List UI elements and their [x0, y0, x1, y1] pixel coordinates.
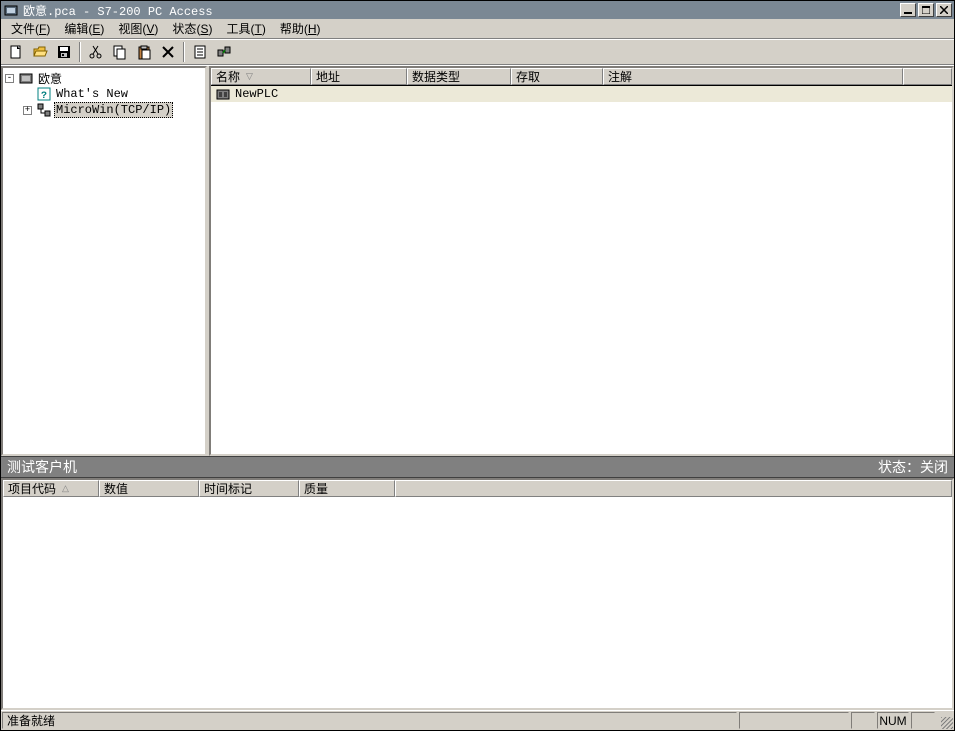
list-item-name: NewPLC	[235, 87, 278, 101]
collapse-icon[interactable]: -	[5, 74, 14, 83]
menu-tools[interactable]: 工具(T)	[220, 18, 271, 39]
col-quality[interactable]: 质量	[299, 480, 395, 497]
menu-edit[interactable]: 编辑(E)	[58, 18, 110, 39]
item-list[interactable]: 名称▽ 地址 数据类型 存取 注解 NewPLC	[209, 66, 954, 456]
titlebar-text: 欧意.pca - S7-200 PC Access	[23, 2, 900, 19]
main-area: - 欧意 ? What's New + MicroWin(TCP/IP)	[1, 65, 954, 456]
expand-icon[interactable]: +	[23, 106, 32, 115]
toolbar-separator	[79, 42, 81, 62]
menu-file[interactable]: 文件(F)	[5, 18, 56, 39]
status-text: 准备就绪	[2, 712, 737, 729]
network-icon	[36, 102, 52, 118]
col-name[interactable]: 名称▽	[211, 68, 311, 85]
col-spacer	[395, 480, 952, 497]
new-button[interactable]	[5, 41, 27, 63]
help-icon: ?	[36, 86, 52, 102]
resize-grip-icon[interactable]	[937, 712, 953, 729]
list-item[interactable]: NewPLC	[211, 86, 952, 102]
sort-desc-icon: ▽	[246, 71, 253, 82]
test-client-body[interactable]	[3, 497, 952, 708]
tree-root[interactable]: - 欧意	[5, 70, 203, 86]
test-client-panel[interactable]: 项目代码△ 数值 时间标记 质量	[1, 478, 954, 710]
toolbar	[1, 39, 954, 65]
list-header: 名称▽ 地址 数据类型 存取 注解	[211, 68, 952, 86]
properties-button[interactable]	[189, 41, 211, 63]
menu-help[interactable]: 帮助(H)	[274, 18, 327, 39]
titlebar[interactable]: 欧意.pca - S7-200 PC Access	[1, 1, 954, 19]
status-cell	[911, 712, 935, 729]
cut-button[interactable]	[85, 41, 107, 63]
project-icon	[18, 70, 34, 86]
close-button[interactable]	[936, 3, 952, 17]
test-client-title: 测试客户机	[7, 457, 77, 477]
test-client-status: 状态：关闭	[878, 457, 948, 477]
open-button[interactable]	[29, 41, 51, 63]
tree-item-label: What's New	[54, 87, 130, 101]
menu-view[interactable]: 视图(V)	[112, 18, 164, 39]
test-client-bar: 测试客户机 状态：关闭	[1, 456, 954, 478]
svg-text:?: ?	[41, 91, 47, 101]
col-value[interactable]: 数值	[99, 480, 199, 497]
maximize-button[interactable]	[918, 3, 934, 17]
save-button[interactable]	[53, 41, 75, 63]
col-access[interactable]: 存取	[511, 68, 603, 85]
tree-item-microwin[interactable]: + MicroWin(TCP/IP)	[5, 102, 203, 118]
status-cell	[739, 712, 849, 729]
menubar: 文件(F) 编辑(E) 视图(V) 状态(S) 工具(T) 帮助(H)	[1, 19, 954, 39]
window-controls	[900, 3, 952, 17]
col-itemid[interactable]: 项目代码△	[3, 480, 99, 497]
tree-root-label: 欧意	[36, 70, 64, 87]
statusbar: 准备就绪 NUM	[1, 710, 954, 730]
list-body[interactable]: NewPLC	[211, 86, 952, 454]
col-spacer	[903, 68, 952, 85]
test-client-header: 项目代码△ 数值 时间标记 质量	[3, 480, 952, 497]
col-address[interactable]: 地址	[311, 68, 407, 85]
project-tree[interactable]: - 欧意 ? What's New + MicroWin(TCP/IP)	[1, 66, 207, 456]
copy-button[interactable]	[109, 41, 131, 63]
paste-button[interactable]	[133, 41, 155, 63]
tree-item-label: MicroWin(TCP/IP)	[54, 102, 173, 118]
minimize-button[interactable]	[900, 3, 916, 17]
menu-status[interactable]: 状态(S)	[166, 18, 218, 39]
sort-asc-icon: △	[62, 483, 69, 494]
toolbar-separator	[183, 42, 185, 62]
tree-item-whatsnew[interactable]: ? What's New	[5, 86, 203, 102]
delete-button[interactable]	[157, 41, 179, 63]
col-datatype[interactable]: 数据类型	[407, 68, 511, 85]
main-window: 欧意.pca - S7-200 PC Access 文件(F) 编辑(E) 视图…	[0, 0, 955, 731]
col-timestamp[interactable]: 时间标记	[199, 480, 299, 497]
col-comment[interactable]: 注解	[603, 68, 903, 85]
connect-button[interactable]	[213, 41, 235, 63]
plc-icon	[215, 86, 231, 102]
app-icon	[3, 2, 19, 18]
status-cell	[851, 712, 875, 729]
status-num: NUM	[877, 712, 909, 729]
